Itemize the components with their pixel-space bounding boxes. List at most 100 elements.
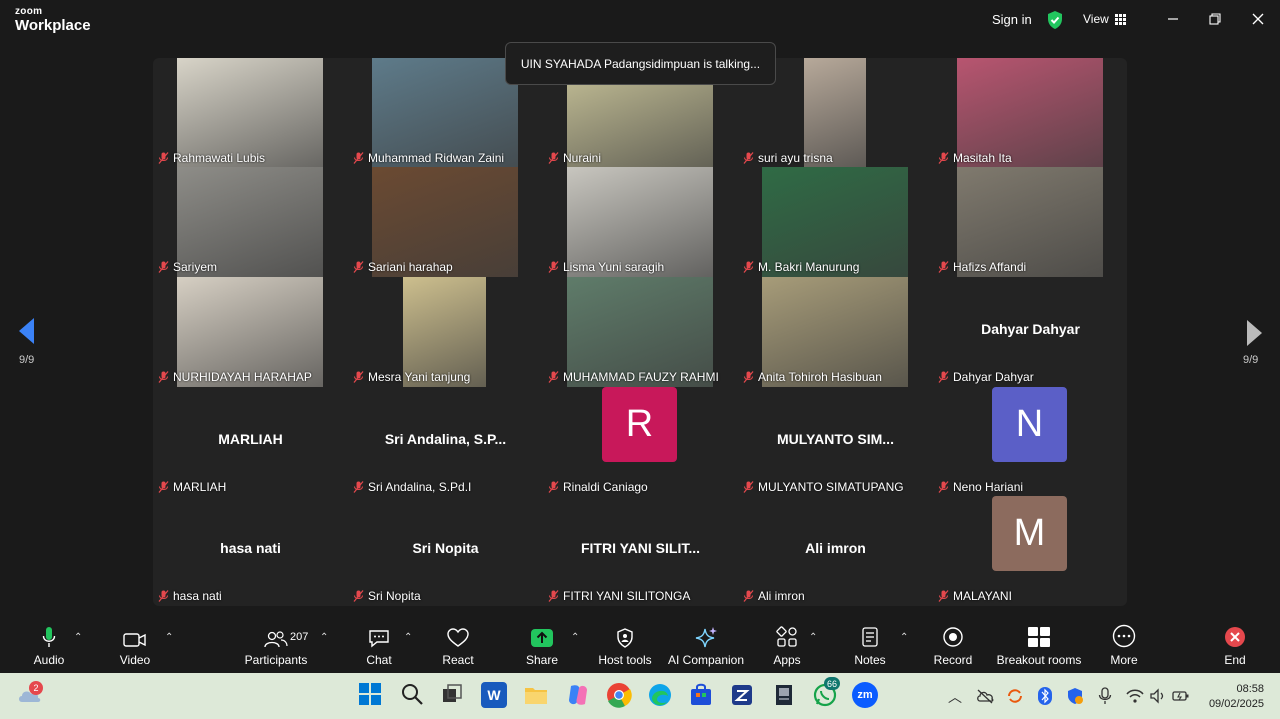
breakout-rooms-button[interactable]: Breakout rooms — [996, 620, 1082, 673]
system-clock[interactable]: 08:58 09/02/2025 — [1209, 682, 1264, 712]
participants-options-caret[interactable]: ⌃ — [320, 632, 328, 643]
end-meeting-button[interactable]: End — [1215, 620, 1255, 673]
copilot-icon[interactable] — [565, 682, 591, 708]
wifi-icon[interactable] — [1126, 688, 1144, 704]
task-view-icon — [443, 684, 462, 702]
word-app-icon[interactable]: W — [481, 682, 507, 708]
whatsapp-icon[interactable]: 66 — [812, 677, 841, 708]
more-button[interactable]: More — [1104, 620, 1144, 673]
muted-microphone-icon — [938, 261, 949, 273]
notes-options-caret[interactable]: ⌃ — [900, 632, 908, 643]
breakout-rooms-label: Breakout rooms — [996, 653, 1082, 667]
clock-date: 09/02/2025 — [1208, 698, 1264, 710]
start-button[interactable] — [358, 682, 384, 708]
participant-tile[interactable]: Mesra Yani tanjung — [348, 277, 543, 387]
participant-label: Sariani harahap — [353, 260, 453, 274]
participant-tile[interactable]: Rahmawati Lubis — [153, 58, 348, 168]
react-button[interactable]: React — [438, 620, 478, 673]
apps-button[interactable]: Apps — [768, 620, 806, 673]
volume-icon[interactable] — [1149, 688, 1167, 704]
ai-companion-button[interactable]: AI Companion — [668, 620, 744, 673]
view-label: View — [1083, 12, 1109, 26]
participant-label: Dahyar Dahyar — [938, 370, 1034, 384]
participants-button[interactable]: Participants — [240, 620, 312, 673]
zoom-taskbar-icon[interactable]: zm — [852, 682, 878, 708]
tray-overflow-icon[interactable]: ︿ — [948, 687, 962, 707]
cloud-sync-icon[interactable] — [976, 688, 994, 704]
restore-button[interactable] — [1202, 8, 1228, 30]
participant-label-text: Sri Andalina, S.Pd.I — [368, 480, 472, 494]
participant-tile[interactable]: Sariani harahap — [348, 167, 543, 277]
video-button[interactable]: Video — [114, 620, 156, 673]
chat-options-caret[interactable]: ⌃ — [404, 632, 412, 643]
participant-tile[interactable]: FITRI YANI SILIT... FITRI YANI SILITONGA — [543, 496, 738, 606]
muted-microphone-icon — [743, 152, 754, 164]
weather-widget[interactable]: 2 — [17, 681, 43, 708]
task-view-button[interactable] — [440, 682, 466, 708]
previous-page-icon[interactable] — [16, 316, 40, 346]
battery-icon[interactable] — [1172, 688, 1190, 704]
audio-button[interactable]: Audio — [28, 620, 70, 673]
document-app-icon[interactable] — [771, 682, 797, 708]
refresh-app-icon[interactable] — [1006, 688, 1024, 704]
zip-app-icon[interactable] — [729, 682, 755, 708]
apps-options-caret[interactable]: ⌃ — [809, 632, 817, 643]
video-options-caret[interactable]: ⌃ — [165, 632, 173, 643]
participant-tile[interactable]: M. Bakri Manurung — [738, 167, 933, 277]
participant-label-text: Hafizs Affandi — [953, 260, 1027, 274]
store-icon[interactable] — [688, 682, 714, 708]
participant-label: NURHIDAYAH HARAHAP — [158, 370, 312, 384]
audio-options-caret[interactable]: ⌃ — [74, 632, 82, 643]
view-button[interactable]: View — [1083, 12, 1126, 26]
participant-tile[interactable]: M MALAYANI — [933, 496, 1128, 606]
participant-tile[interactable]: Anita Tohiroh Hasibuan — [738, 277, 933, 387]
muted-microphone-icon — [158, 152, 169, 164]
participant-name-display: MULYANTO SIM... — [777, 431, 894, 447]
participant-tile[interactable]: Dahyar Dahyar Dahyar Dahyar — [933, 277, 1128, 387]
chat-icon — [369, 630, 389, 648]
chrome-icon[interactable] — [606, 682, 632, 708]
participant-tile[interactable]: N Neno Hariani — [933, 387, 1128, 497]
chat-button[interactable]: Chat — [360, 620, 398, 673]
participant-label-text: M. Bakri Manurung — [758, 260, 860, 274]
participant-tile[interactable]: MUHAMMAD FAUZY RAHMI — [543, 277, 738, 387]
file-explorer-icon[interactable] — [523, 682, 549, 708]
record-button[interactable]: Record — [932, 620, 974, 673]
host-tools-button[interactable]: Host tools — [596, 620, 654, 673]
share-button[interactable]: Share — [522, 620, 562, 673]
heart-icon — [447, 628, 469, 647]
participant-tile[interactable]: R Rinaldi Caniago — [543, 387, 738, 497]
shield-check-icon[interactable] — [1046, 10, 1064, 30]
security-icon[interactable] — [1066, 687, 1084, 705]
muted-microphone-icon — [353, 261, 364, 273]
next-page-icon[interactable] — [1242, 318, 1266, 348]
participant-tile[interactable]: Sri Nopita Sri Nopita — [348, 496, 543, 606]
participant-tile[interactable]: NURHIDAYAH HARAHAP — [153, 277, 348, 387]
participant-tile[interactable]: MARLIAH MARLIAH — [153, 387, 348, 497]
participant-tile[interactable]: Hafizs Affandi — [933, 167, 1128, 277]
participant-tile[interactable]: Ali imron Ali imron — [738, 496, 933, 606]
participant-tile[interactable]: Lisma Yuni saragih — [543, 167, 738, 277]
search-icon — [402, 684, 423, 705]
more-label: More — [1110, 653, 1138, 667]
share-options-caret[interactable]: ⌃ — [571, 632, 579, 643]
participant-tile[interactable]: Sri Andalina, S.P... Sri Andalina, S.Pd.I — [348, 387, 543, 497]
search-button[interactable] — [400, 682, 426, 708]
edge-icon[interactable] — [647, 682, 673, 708]
participant-tile[interactable]: Sariyem — [153, 167, 348, 277]
notes-button[interactable]: Notes — [851, 620, 889, 673]
sign-in-link[interactable]: Sign in — [992, 12, 1032, 27]
active-speaker-toast: UIN SYAHADA Padangsidimpuan is talking..… — [505, 42, 776, 85]
minimize-button[interactable] — [1160, 8, 1186, 30]
windows-start-icon — [359, 683, 381, 705]
participant-label: hasa nati — [158, 589, 222, 603]
bluetooth-icon[interactable] — [1038, 687, 1052, 705]
participant-tile[interactable]: hasa nati hasa nati — [153, 496, 348, 606]
audio-label: Audio — [33, 653, 65, 667]
participant-tile[interactable]: MULYANTO SIM... MULYANTO SIMATUPANG — [738, 387, 933, 497]
microphone-tray-icon[interactable] — [1098, 687, 1112, 705]
participant-label-text: MALAYANI — [953, 589, 1012, 603]
clock-time: 08:58 — [1236, 683, 1264, 695]
participant-tile[interactable]: Masitah Ita — [933, 58, 1128, 168]
close-window-button[interactable] — [1245, 8, 1271, 30]
